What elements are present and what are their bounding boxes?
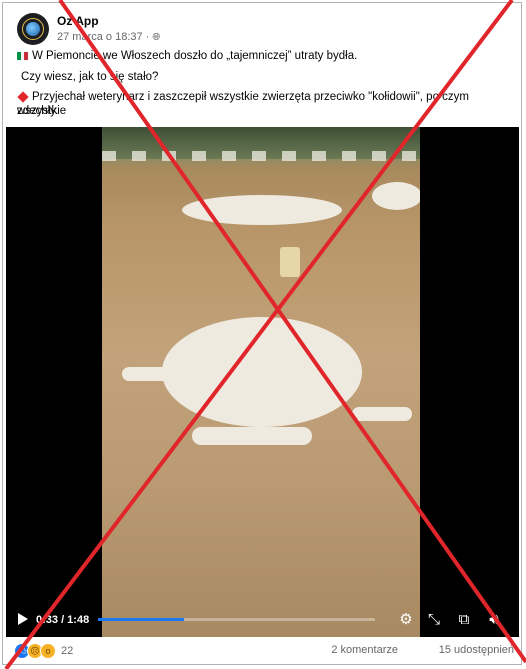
cow-leg-front bbox=[122, 367, 202, 381]
cow-right-edge bbox=[372, 182, 420, 210]
video-progress-fill bbox=[98, 618, 184, 621]
avatar-globe-icon bbox=[26, 22, 40, 36]
feed-box bbox=[280, 247, 300, 277]
background-herd bbox=[102, 151, 420, 161]
post-text-line-4: zdechły. bbox=[17, 105, 59, 117]
post-text-line-3: Przyjechał weterynarz i zaszczepił wszys… bbox=[17, 90, 521, 118]
post-text-line-2: Czy wiesz, jak to się stało? bbox=[21, 71, 159, 83]
shares-count-link[interactable]: 15 udostępnień bbox=[439, 644, 514, 656]
page-avatar[interactable] bbox=[17, 13, 49, 45]
video-progress-bar[interactable] bbox=[98, 618, 375, 621]
post-text-3a: Przyjechał weterynarz i zaszczepił wszys… bbox=[17, 91, 469, 117]
reactions-summary[interactable]: 👍︎ ☹ o 22 bbox=[14, 643, 73, 659]
reaction-count: 22 bbox=[61, 645, 74, 657]
red-diamond-icon bbox=[17, 91, 29, 103]
post-text-1: W Piemoncie we Włoszech doszło do „tajem… bbox=[32, 50, 358, 62]
settings-icon[interactable]: ⚙︎ bbox=[397, 611, 415, 629]
video-frame bbox=[102, 127, 420, 637]
video-player[interactable]: 0:33 / 1:48 ⚙︎ ⤡ ⧉ 🔊︎ bbox=[6, 127, 519, 637]
post-footer: 👍︎ ☹ o 22 2 komentarze 15 udostępnień bbox=[0, 640, 526, 662]
post-date-text[interactable]: 27 marca o 18:37 · bbox=[57, 31, 149, 43]
volume-icon[interactable]: 🔊︎ bbox=[485, 611, 503, 629]
picture-in-picture-icon[interactable]: ⧉ bbox=[455, 611, 473, 629]
post-card: Oz App 27 marca o 18:37 · 🌐︎ W Piemoncie… bbox=[2, 2, 522, 665]
post-text-line-1: W Piemoncie we Włoszech doszło do „tajem… bbox=[17, 49, 357, 63]
fullscreen-exit-icon[interactable]: ⤡ bbox=[425, 611, 443, 629]
cow-tail bbox=[352, 407, 412, 421]
globe-icon: 🌐︎ bbox=[152, 31, 161, 43]
post-timestamp[interactable]: 27 marca o 18:37 · 🌐︎ bbox=[57, 31, 160, 43]
italy-flag-icon bbox=[17, 51, 28, 60]
wow-icon: o bbox=[40, 643, 56, 659]
video-time: 0:33 / 1:48 bbox=[36, 614, 90, 626]
play-icon[interactable] bbox=[18, 613, 28, 625]
video-controls: 0:33 / 1:48 ⚙︎ ⤡ ⧉ 🔊︎ bbox=[6, 597, 519, 637]
comments-count-link[interactable]: 2 komentarze bbox=[331, 644, 398, 656]
cow-lying-far bbox=[182, 195, 342, 225]
cow-leg-back bbox=[192, 427, 312, 445]
page-name-link[interactable]: Oz App bbox=[57, 14, 99, 28]
